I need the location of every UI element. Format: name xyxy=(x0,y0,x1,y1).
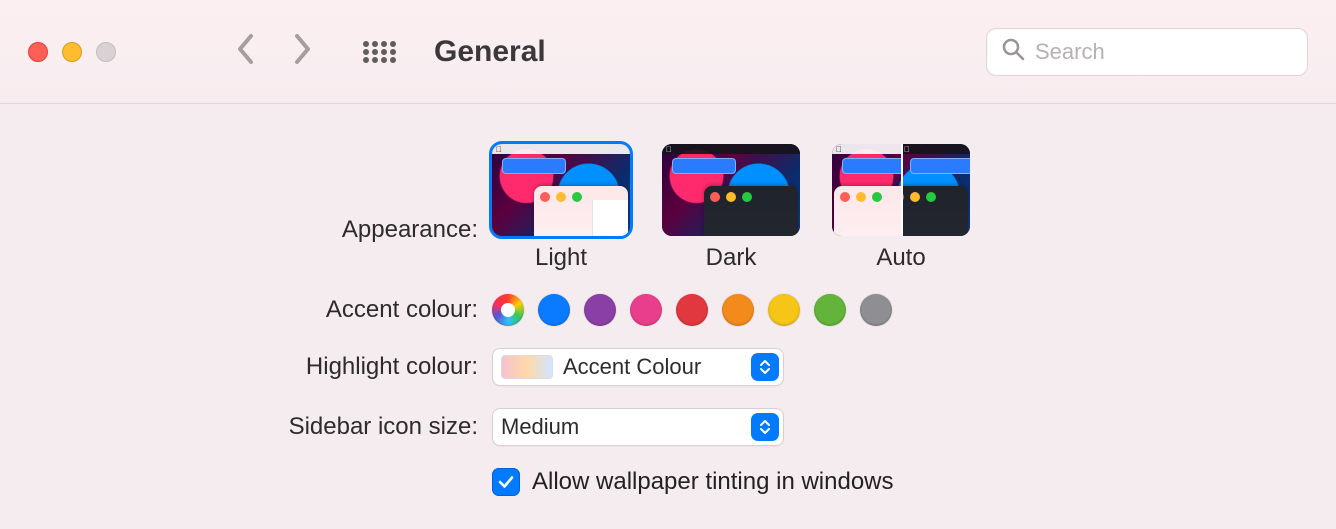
accent-swatch-green[interactable] xyxy=(814,294,846,326)
sidebar-value: Medium xyxy=(501,414,579,440)
minimize-button[interactable] xyxy=(62,42,82,62)
accent-swatch-yellow[interactable] xyxy=(768,294,800,326)
row-accent: Accent colour: xyxy=(0,294,1336,326)
row-sidebar: Sidebar icon size: Medium xyxy=(0,408,1336,446)
highlight-value: Accent Colour xyxy=(563,354,701,380)
appearance-option-light[interactable]: 􀣺 Light xyxy=(492,144,630,272)
appearance-option-auto[interactable]: 􀣺 􀣺 xyxy=(832,144,970,272)
accent-swatch-blue[interactable] xyxy=(538,294,570,326)
accent-swatch-red[interactable] xyxy=(676,294,708,326)
highlight-swatch-icon xyxy=(501,355,553,379)
window-title: General xyxy=(434,35,546,69)
appearance-options: 􀣺 Light 􀣺 xyxy=(492,144,970,272)
appearance-thumb-light: 􀣺 xyxy=(492,144,630,236)
accent-swatch-purple[interactable] xyxy=(584,294,616,326)
accent-swatch-orange[interactable] xyxy=(722,294,754,326)
row-highlight: Highlight colour: Accent Colour xyxy=(0,348,1336,386)
label-sidebar: Sidebar icon size: xyxy=(0,413,492,441)
appearance-option-dark[interactable]: 􀣺 Dark xyxy=(662,144,800,272)
forward-button[interactable] xyxy=(292,33,312,71)
content: Appearance: 􀣺 Light xyxy=(0,104,1336,496)
checkbox-icon xyxy=(492,468,520,496)
zoom-button[interactable] xyxy=(96,42,116,62)
appearance-label-auto: Auto xyxy=(876,244,925,272)
window-controls xyxy=(28,42,116,62)
back-button[interactable] xyxy=(236,33,256,71)
row-tinting: Allow wallpaper tinting in windows xyxy=(0,468,1336,496)
label-highlight: Highlight colour: xyxy=(0,353,492,381)
label-appearance: Appearance: xyxy=(0,144,492,244)
accent-swatch-multicolour[interactable] xyxy=(492,294,524,326)
search-field[interactable] xyxy=(986,28,1308,76)
appearance-thumb-auto: 􀣺 􀣺 xyxy=(832,144,970,236)
appearance-label-dark: Dark xyxy=(706,244,757,272)
show-all-button[interactable] xyxy=(362,40,396,64)
appearance-label-light: Light xyxy=(535,244,587,272)
accent-swatches xyxy=(492,294,892,326)
sidebar-popup[interactable]: Medium xyxy=(492,408,784,446)
search-input[interactable] xyxy=(1035,39,1293,65)
accent-swatch-graphite[interactable] xyxy=(860,294,892,326)
stepper-icon xyxy=(751,353,779,381)
appearance-thumb-dark: 􀣺 xyxy=(662,144,800,236)
close-button[interactable] xyxy=(28,42,48,62)
row-appearance: Appearance: 􀣺 Light xyxy=(0,144,1336,272)
label-accent: Accent colour: xyxy=(0,296,492,324)
stepper-icon xyxy=(751,413,779,441)
nav-buttons xyxy=(236,33,312,71)
wallpaper-tinting-label: Allow wallpaper tinting in windows xyxy=(532,468,894,496)
toolbar: General xyxy=(0,0,1336,104)
wallpaper-tinting-checkbox[interactable]: Allow wallpaper tinting in windows xyxy=(492,468,894,496)
highlight-popup[interactable]: Accent Colour xyxy=(492,348,784,386)
accent-swatch-pink[interactable] xyxy=(630,294,662,326)
search-icon xyxy=(1001,37,1025,66)
